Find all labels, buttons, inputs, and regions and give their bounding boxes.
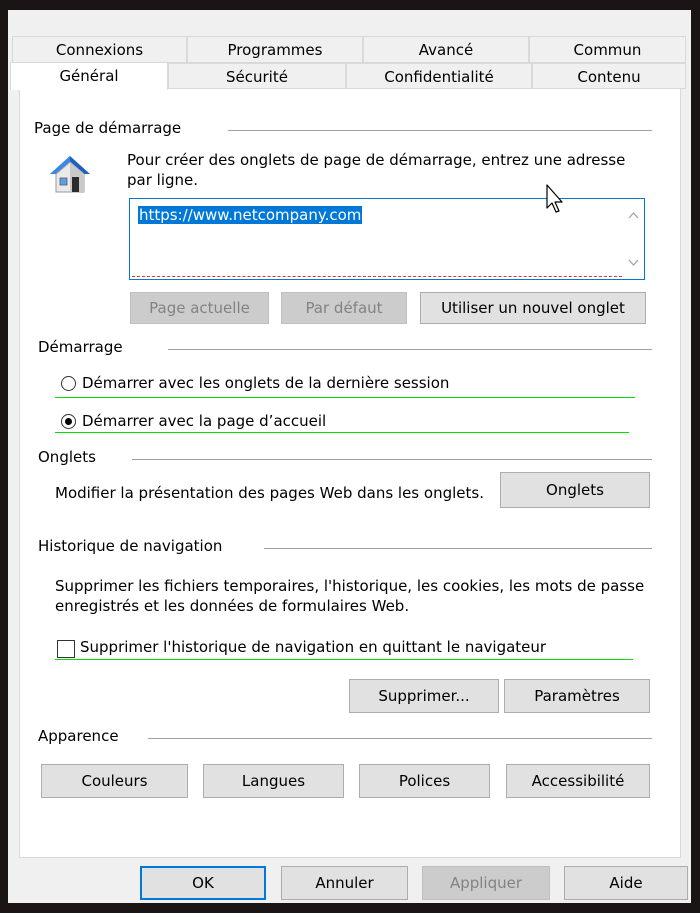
tab-commun[interactable]: Commun	[529, 36, 686, 63]
home-url-textarea[interactable]: https://www.netcompany.com	[129, 198, 645, 280]
tab-contenu[interactable]: Contenu	[532, 63, 686, 89]
colors-button[interactable]: Couleurs	[41, 764, 188, 798]
history-group-divider	[264, 548, 652, 549]
ok-button[interactable]: OK	[140, 866, 266, 900]
history-settings-button[interactable]: Paramètres	[504, 679, 650, 713]
tab-general[interactable]: Général	[10, 62, 168, 90]
tab-connexions[interactable]: Connexions	[12, 36, 187, 63]
scroll-down-arrow-icon[interactable]	[628, 259, 639, 267]
tab-avance[interactable]: Avancé	[363, 36, 529, 63]
radio-last-session-label[interactable]: Démarrer avec les onglets de la dernière…	[82, 373, 449, 393]
home-group-title: Page de démarrage	[34, 119, 188, 137]
tab-programmes[interactable]: Programmes	[187, 36, 363, 63]
radio-home-page-label[interactable]: Démarrer avec la page d’accueil	[82, 411, 326, 431]
tab-securite[interactable]: Sécurité	[168, 63, 346, 89]
home-url-value: https://www.netcompany.com	[138, 206, 363, 224]
radio-home-page[interactable]	[61, 414, 76, 429]
apply-button[interactable]: Appliquer	[422, 866, 550, 900]
tabs-group-divider	[132, 459, 652, 460]
help-button[interactable]: Aide	[564, 866, 688, 900]
default-page-button[interactable]: Par défaut	[281, 292, 407, 324]
tab-confidentialite[interactable]: Confidentialité	[346, 63, 532, 89]
url-scrollbar[interactable]	[623, 199, 644, 279]
cancel-button[interactable]: Annuler	[281, 866, 408, 900]
mouse-cursor-icon	[546, 184, 563, 213]
current-page-button[interactable]: Page actuelle	[130, 292, 269, 324]
appearance-group-title: Apparence	[38, 727, 125, 745]
focus-underline-delete-on-exit	[55, 659, 633, 660]
history-group-title: Historique de navigation	[38, 537, 229, 555]
fonts-button[interactable]: Polices	[359, 764, 490, 798]
spellcheck-underline	[132, 276, 622, 277]
focus-underline-last-session	[55, 397, 635, 398]
scroll-up-arrow-icon[interactable]	[628, 211, 639, 219]
tabs-settings-button[interactable]: Onglets	[500, 472, 650, 508]
delete-on-exit-checkbox[interactable]	[57, 640, 75, 658]
tabs-group-title: Onglets	[38, 448, 102, 466]
focus-underline-home-page	[55, 432, 629, 433]
home-page-icon	[48, 152, 92, 196]
history-description: Supprimer les fichiers temporaires, l'hi…	[55, 577, 645, 615]
languages-button[interactable]: Langues	[203, 764, 344, 798]
appearance-group-divider	[148, 738, 652, 739]
delete-history-button[interactable]: Supprimer...	[349, 679, 499, 713]
startup-group-title: Démarrage	[38, 338, 129, 356]
accessibility-button[interactable]: Accessibilité	[506, 764, 650, 798]
startup-group-divider	[168, 349, 652, 350]
home-group-divider	[228, 130, 652, 131]
tabs-description: Modifier la présentation des pages Web d…	[55, 484, 484, 502]
use-new-tab-button[interactable]: Utiliser un nouvel onglet	[420, 292, 646, 324]
delete-on-exit-label[interactable]: Supprimer l'historique de navigation en …	[80, 637, 546, 657]
radio-last-session[interactable]	[61, 376, 76, 391]
internet-options-dialog: Connexions Programmes Avancé Commun Géné…	[8, 10, 691, 903]
